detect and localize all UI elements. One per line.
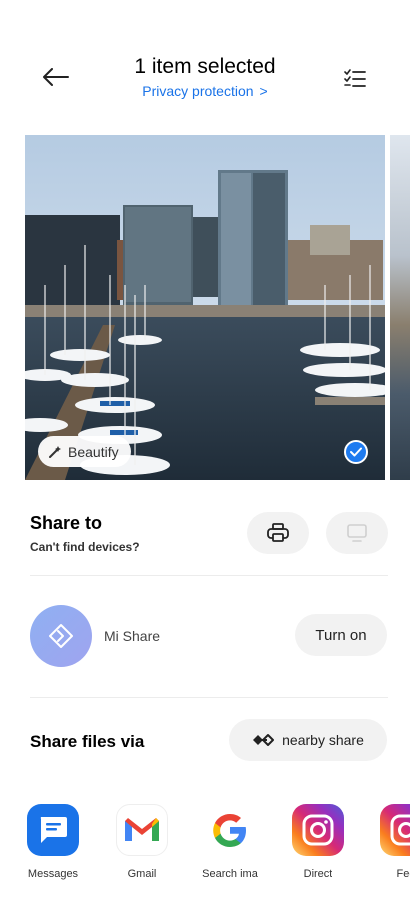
google-icon [204,804,256,856]
nearby-share-label: nearby share [282,732,364,748]
divider [30,575,388,576]
app-messages[interactable]: Messages [15,804,91,880]
app-label: Fee [396,868,410,880]
turn-on-button[interactable]: Turn on [295,614,387,656]
print-button[interactable] [247,512,309,554]
printer-icon [267,523,289,542]
instagram-icon [380,804,410,856]
checkmark-icon [350,447,362,457]
app-label: Gmail [127,868,157,880]
app-label: Search ima [202,868,258,880]
monitor-icon [347,524,367,542]
share-to-title: Share to [30,513,103,533]
gmail-icon [116,804,168,856]
magic-wand-icon [49,445,61,458]
chevron-right-icon: > [259,83,268,99]
selected-photo[interactable] [25,135,385,480]
privacy-protection-label: Privacy protection [142,83,254,99]
privacy-protection-link[interactable]: Privacy protection > [142,83,267,99]
mi-share-label: Mi Share [104,628,161,644]
app-google-search-image[interactable]: Search ima [192,804,268,880]
cant-find-devices-link[interactable]: Can't find devices? [30,540,140,554]
cast-screen-button[interactable] [326,512,388,554]
harbor-photo [25,135,385,480]
beautify-label: Beautify [68,443,119,460]
app-instagram-feed[interactable]: Fee [368,804,410,880]
share-files-via-title: Share files via [30,732,145,751]
share-sheet-page: 1 item selected Privacy protection > Bea… [0,0,410,911]
app-label: Direct [303,868,333,880]
mi-share-icon [49,624,73,648]
next-photo-peek[interactable] [390,135,410,480]
divider [30,697,388,698]
nearby-share-button[interactable]: nearby share [229,719,387,761]
selected-checkbox[interactable] [344,440,368,464]
select-all-button[interactable] [340,64,370,94]
instagram-icon [292,804,344,856]
nearby-share-icon [253,734,275,746]
app-label: Messages [27,868,79,880]
app-instagram-direct[interactable]: Direct [280,804,356,880]
mi-share-logo [30,605,92,667]
beautify-button[interactable]: Beautify [38,436,131,467]
messages-icon [27,804,79,856]
app-gmail[interactable]: Gmail [104,804,180,880]
header: 1 item selected Privacy protection > [0,50,410,110]
checklist-icon [344,69,366,87]
